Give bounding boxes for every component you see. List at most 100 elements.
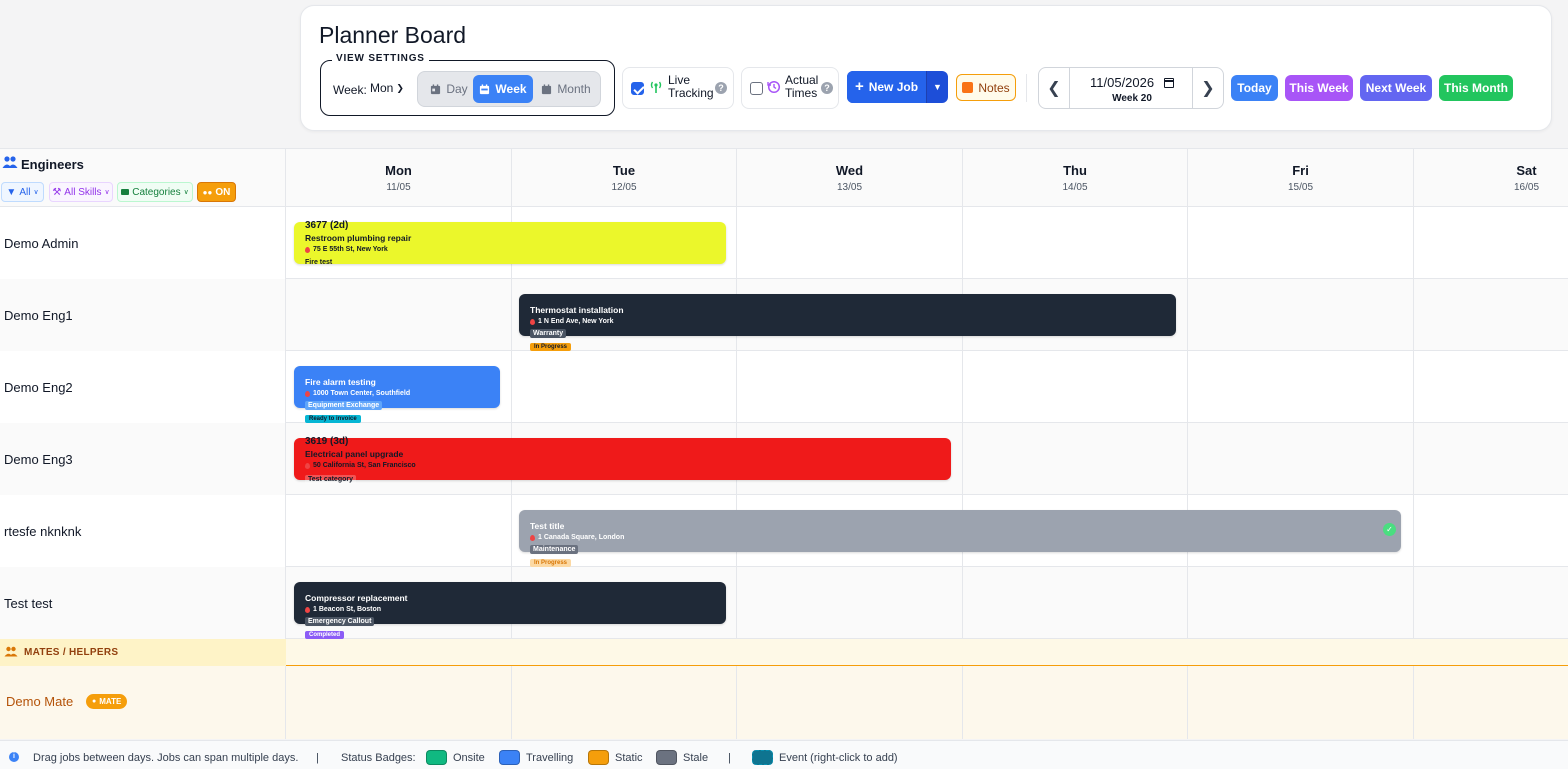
day-header-mon: Mon 11/05 — [286, 149, 512, 207]
mate-badge-label: MATE — [99, 697, 122, 706]
status-badges-label: Status Badges: — [341, 752, 416, 764]
next-week-quick-button[interactable]: Next Week — [1360, 75, 1432, 101]
job-card[interactable]: Fire alarm testing 1000 Town Center, Sou… — [294, 366, 500, 423]
view-settings-group: VIEW SETTINGS Week: Mon ❯ Day Week Month — [320, 53, 615, 116]
job-address: 50 California St, San Francisco — [305, 462, 416, 469]
job-category: Fire test — [305, 259, 333, 266]
engineer-name[interactable]: Demo Admin — [0, 207, 286, 279]
new-job-button[interactable]: + New Job — [847, 71, 926, 103]
status-badge: In Progress — [530, 343, 572, 351]
job-address: 1 N End Ave, New York — [530, 318, 613, 325]
engineer-name[interactable]: Demo Eng3 — [0, 423, 286, 495]
engineer-row: Demo Admin — [0, 207, 1568, 279]
actual-times-toggle: Actual Times ? — [741, 67, 839, 109]
job-card[interactable]: Compressor replacement 1 Beacon St, Bost… — [294, 582, 726, 639]
pin-icon — [305, 606, 310, 613]
this-week-button[interactable]: This Week — [1285, 75, 1353, 101]
mates-header-fill — [286, 639, 1568, 665]
notes-button[interactable]: Notes — [956, 74, 1016, 101]
actual-times-checkbox[interactable] — [750, 82, 763, 95]
calendar-picker-icon[interactable] — [1164, 77, 1175, 88]
mates-title: MATES / HELPERS — [24, 647, 119, 658]
job-category: Test category — [305, 475, 356, 484]
engineer-name[interactable]: Demo Eng2 — [0, 351, 286, 423]
day-date: 16/05 — [1513, 182, 1540, 193]
people-icon — [4, 646, 18, 657]
caret-down-icon: ▼ — [933, 82, 942, 92]
chevron-down-icon: ∨ — [104, 189, 110, 196]
job-card[interactable]: 3677 (2d) Restroom plumbing repair 75 E … — [294, 220, 726, 266]
mate-row: Demo Mate ● MATE — [0, 666, 1568, 739]
job-card[interactable]: 3619 (3d) Electrical panel upgrade 50 Ca… — [294, 436, 951, 484]
view-week-label: Week — [495, 82, 527, 96]
filter-categories-button[interactable]: Categories ∨ — [117, 182, 193, 202]
day-name: Fri — [1292, 163, 1309, 178]
job-card[interactable]: Test title 1 Canada Square, London Maint… — [519, 510, 1401, 567]
engineer-name[interactable]: Test test — [0, 567, 286, 639]
filter-skills-button[interactable]: ⚒ All Skills ∨ — [49, 182, 113, 202]
next-week-button[interactable]: ❯ — [1192, 68, 1223, 108]
calendar-day-icon — [431, 83, 441, 94]
week-start-value: Mon — [370, 81, 394, 95]
legend-label-static: Static — [615, 752, 643, 764]
new-job-dropdown-button[interactable]: ▼ — [926, 71, 948, 103]
legend-swatch-onsite — [426, 750, 447, 765]
plus-icon: + — [854, 78, 864, 95]
job-address: 75 E 55th St, New York — [305, 246, 388, 253]
job-category: Warranty — [530, 329, 567, 338]
live-tracking-checkbox[interactable] — [631, 82, 644, 95]
live-tracking-help-icon[interactable]: ? — [715, 82, 727, 94]
week-start-select[interactable]: Mon ❯ — [370, 81, 404, 95]
legend-swatch-event — [752, 750, 773, 765]
header-card: Planner Board VIEW SETTINGS Week: Mon ❯ … — [300, 5, 1552, 131]
job-title: Thermostat installation — [530, 305, 624, 315]
pin-icon — [530, 318, 535, 325]
date-value: 11/05/2026 — [1090, 75, 1155, 90]
job-title: Electrical panel upgrade — [305, 449, 404, 459]
week-start-label: Week: — [333, 83, 367, 97]
mate-name[interactable]: Demo Mate — [6, 694, 73, 709]
date-input[interactable]: 11/05/2026 — [1090, 75, 1175, 90]
legend-label-stale: Stale — [683, 752, 709, 764]
calendar-week-icon — [480, 83, 490, 94]
filter-skills-label: All Skills — [64, 186, 102, 198]
engineers-title: Engineers — [21, 157, 84, 172]
info-icon: i — [9, 752, 19, 762]
actual-times-help-icon[interactable]: ? — [821, 82, 833, 94]
view-month-button[interactable]: Month — [536, 75, 596, 103]
legend-swatch-static — [588, 750, 609, 765]
job-card[interactable]: Thermostat installation 1 N End Ave, New… — [519, 294, 1176, 351]
this-month-button[interactable]: This Month — [1439, 75, 1513, 101]
live-tracking-toggle: Live Tracking ? — [622, 67, 734, 109]
mate-badge: ● MATE — [86, 694, 128, 709]
mates-toggle-label: ON — [215, 186, 231, 198]
check-icon: ✓ — [1383, 523, 1396, 536]
pin-icon — [305, 246, 310, 253]
job-address-text: 1 Canada Square, London — [538, 534, 625, 541]
chevron-down-icon: ❯ — [396, 82, 404, 93]
mates-toggle-button[interactable]: ●● ON — [197, 182, 236, 202]
day-header-sat: Sat 16/05 — [1414, 149, 1568, 207]
view-day-button[interactable]: Day — [424, 75, 474, 103]
job-title: Fire alarm testing — [305, 377, 376, 387]
day-header-thu: Thu 14/05 — [963, 149, 1188, 207]
pin-icon — [530, 534, 535, 541]
job-address-text: 1 N End Ave, New York — [538, 318, 614, 325]
job-category: Emergency Callout — [305, 617, 375, 626]
actual-times-label: Actual Times — [785, 73, 819, 100]
filter-all-button[interactable]: ▼ All ∨ — [1, 182, 44, 202]
mates-header-label-cell: MATES / HELPERS — [0, 639, 286, 666]
engineer-row: Test test — [0, 567, 1568, 639]
status-badge: Completed — [305, 631, 345, 639]
engineer-name[interactable]: rtesfe nknknk — [0, 495, 286, 567]
day-name: Thu — [1063, 163, 1087, 178]
wrench-icon: ⚒ — [52, 186, 62, 198]
view-month-label: Month — [557, 82, 591, 96]
legend-swatch-stale — [656, 750, 677, 765]
day-date: 13/05 — [836, 182, 863, 193]
engineer-name[interactable]: Demo Eng1 — [0, 279, 286, 351]
view-week-button[interactable]: Week — [473, 75, 533, 103]
legend-label-onsite: Onsite — [453, 752, 485, 764]
today-button[interactable]: Today — [1231, 75, 1278, 101]
filter-all-label: All — [19, 186, 31, 198]
